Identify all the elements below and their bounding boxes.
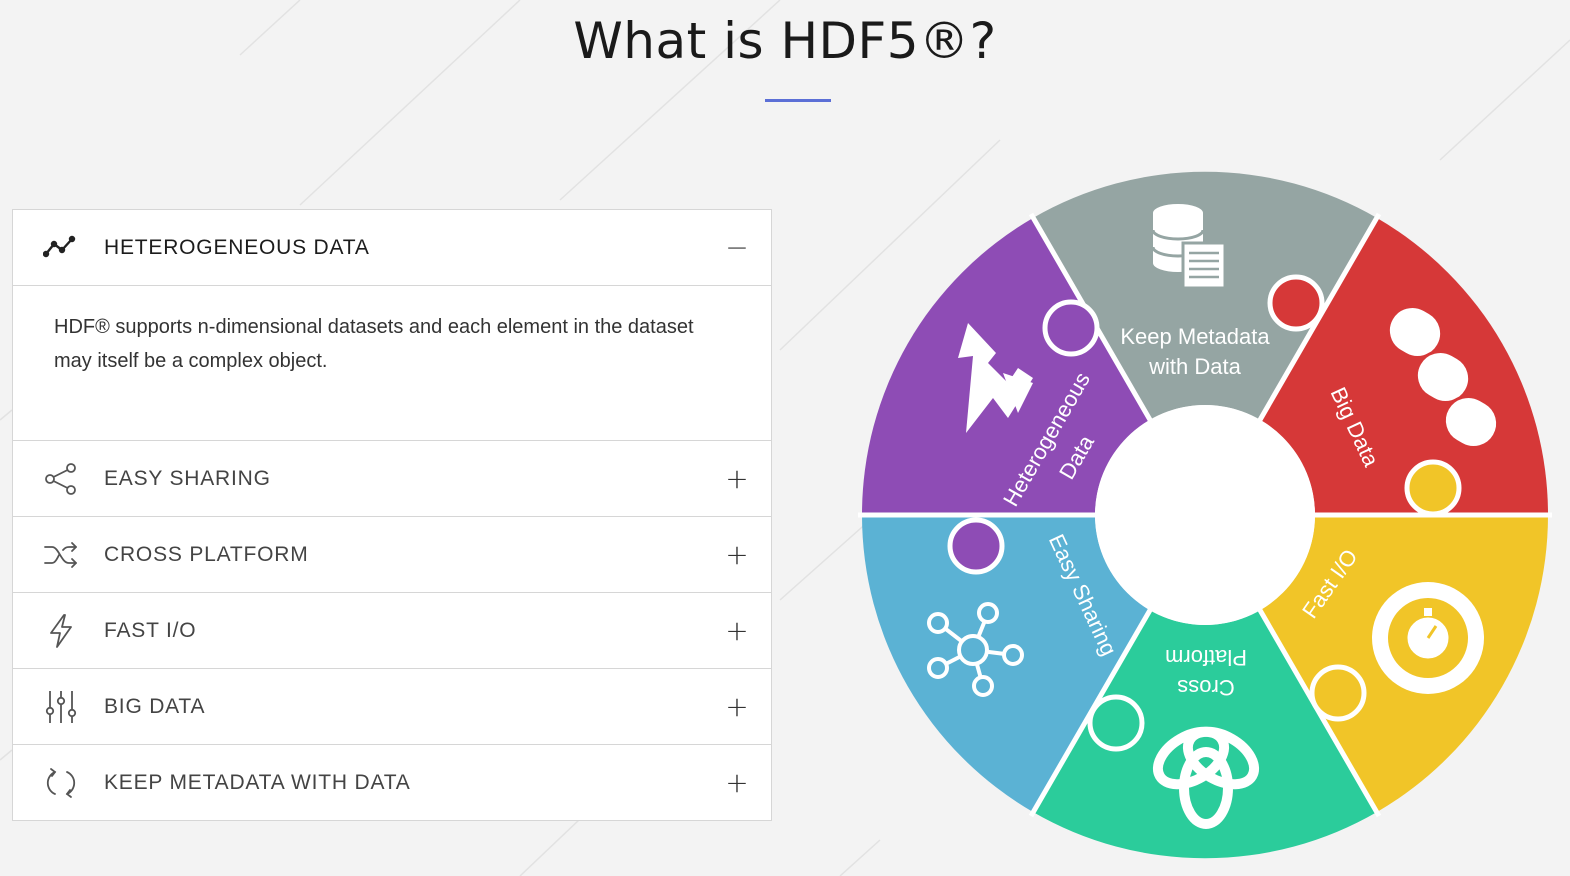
expand-icon[interactable]: + xyxy=(725,616,749,644)
accordion-header-heterogeneous-data[interactable]: HETEROGENEOUS DATA − xyxy=(13,210,771,285)
accordion-item-heterogeneous-data: HETEROGENEOUS DATA − HDF® supports n-dim… xyxy=(13,210,771,441)
accordion-item-big-data: BIG DATA + xyxy=(13,669,771,745)
hdf5-features-wheel: Keep Metadata with Data Big Data Fast I/… xyxy=(858,171,1552,859)
accordion-label: BIG DATA xyxy=(104,694,206,718)
accordion-header-keep-metadata[interactable]: KEEP METADATA WITH DATA + xyxy=(13,745,771,820)
expand-icon[interactable]: + xyxy=(725,540,749,568)
accordion-item-fast-io: FAST I/O + xyxy=(13,593,771,669)
accordion-header-fast-io[interactable]: FAST I/O + xyxy=(13,593,771,668)
accordion-header-big-data[interactable]: BIG DATA + xyxy=(13,669,771,744)
accordion-label: CROSS PLATFORM xyxy=(104,542,309,566)
expand-icon[interactable]: + xyxy=(725,464,749,492)
puzzle-knob xyxy=(1404,459,1462,517)
accordion-label: KEEP METADATA WITH DATA xyxy=(104,770,411,794)
share-icon xyxy=(43,461,79,497)
sliders-icon xyxy=(43,689,79,725)
expand-icon[interactable]: + xyxy=(725,768,749,796)
refresh-icon xyxy=(43,765,79,801)
accordion-label: EASY SHARING xyxy=(104,466,271,490)
wheel-center xyxy=(1095,405,1315,625)
lightning-icon xyxy=(43,613,79,649)
shuffle-icon xyxy=(43,537,79,573)
accordion-label: HETEROGENEOUS DATA xyxy=(104,235,370,259)
puzzle-knob xyxy=(947,517,1005,575)
accordion-item-easy-sharing: EASY SHARING + xyxy=(13,441,771,517)
wheel-label: Keep Metadata xyxy=(1120,324,1270,349)
page-title: What is HDF5®? xyxy=(573,12,997,70)
accordion-label: FAST I/O xyxy=(104,618,197,642)
wheel-label: Platform xyxy=(1165,645,1247,670)
collapse-icon[interactable]: − xyxy=(725,233,749,261)
accordion-body-heterogeneous-data: HDF® supports n-dimensional datasets and… xyxy=(13,285,771,440)
puzzle-knob xyxy=(1087,694,1145,752)
accordion-header-cross-platform[interactable]: CROSS PLATFORM + xyxy=(13,517,771,592)
puzzle-knob xyxy=(1309,664,1367,722)
accordion-item-keep-metadata: KEEP METADATA WITH DATA + xyxy=(13,745,771,820)
wheel-label: Cross xyxy=(1177,675,1234,700)
accordion-header-easy-sharing[interactable]: EASY SHARING + xyxy=(13,441,771,516)
expand-icon[interactable]: + xyxy=(725,692,749,720)
accordion-item-cross-platform: CROSS PLATFORM + xyxy=(13,517,771,593)
stopwatch-cycle-icon xyxy=(1372,582,1484,694)
wheel-label: with Data xyxy=(1148,354,1241,379)
line-chart-icon xyxy=(43,230,79,266)
features-accordion: HETEROGENEOUS DATA − HDF® supports n-dim… xyxy=(12,209,772,821)
puzzle-knob xyxy=(1267,274,1325,332)
puzzle-knob xyxy=(1042,299,1100,357)
title-underline xyxy=(765,99,831,102)
